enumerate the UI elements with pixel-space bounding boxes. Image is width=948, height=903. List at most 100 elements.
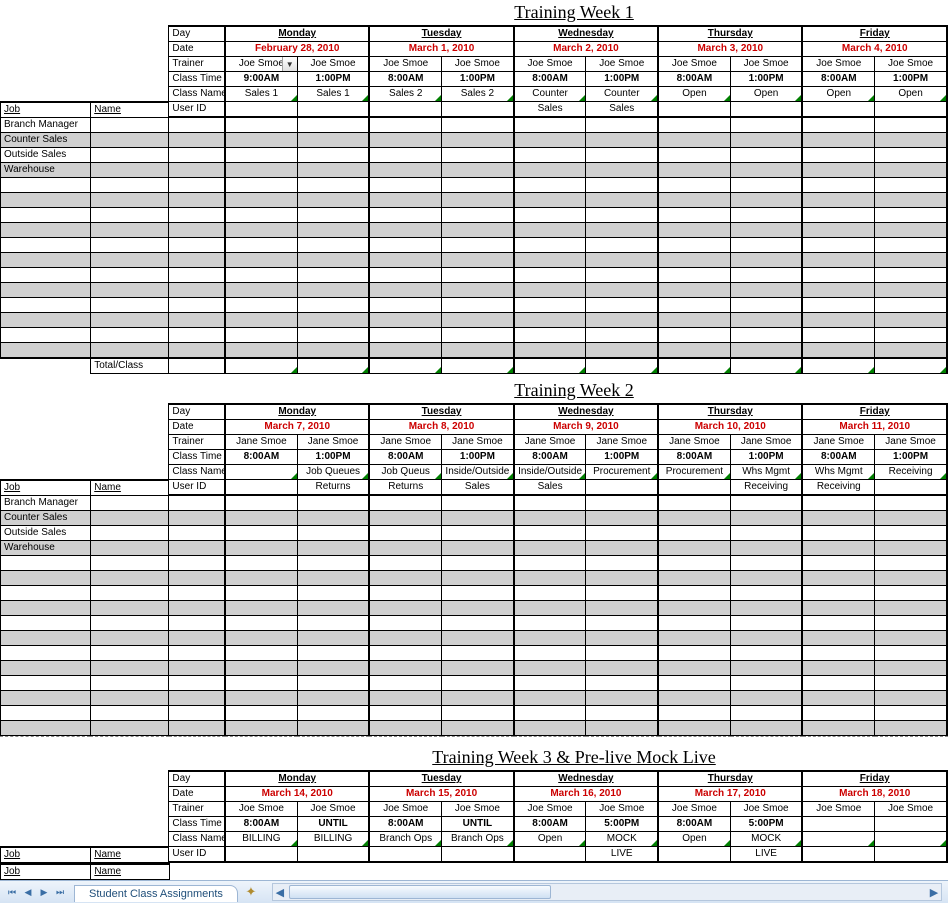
grid-cell[interactable] — [442, 556, 514, 571]
userid-cell[interactable] — [169, 238, 225, 253]
name-cell[interactable] — [91, 661, 169, 676]
trainer-cell[interactable]: Jane Smoe — [875, 435, 947, 450]
trainer-cell[interactable]: Joe Smoe — [586, 802, 658, 817]
classname-cell[interactable]: Branch Ops — [369, 832, 441, 847]
total-cell[interactable] — [802, 358, 874, 374]
classname-cell-2[interactable] — [442, 102, 514, 118]
classname-cell-2[interactable] — [297, 102, 369, 118]
classtime-cell[interactable]: 1:00PM — [442, 72, 514, 87]
classtime-cell[interactable]: 5:00PM — [586, 817, 658, 832]
grid-cell[interactable] — [369, 193, 441, 208]
name-cell[interactable] — [91, 283, 169, 298]
classtime-cell[interactable]: 1:00PM — [297, 72, 369, 87]
trainer-cell[interactable]: Joe Smoe — [225, 802, 297, 817]
userid-cell[interactable] — [169, 646, 225, 661]
trainer-cell[interactable]: Jane Smoe — [658, 435, 730, 450]
total-cell[interactable] — [225, 358, 297, 374]
grid-cell[interactable] — [586, 148, 658, 163]
grid-cell[interactable] — [297, 721, 369, 736]
grid-cell[interactable] — [369, 556, 441, 571]
grid-cell[interactable] — [658, 601, 730, 616]
grid-cell[interactable] — [730, 193, 802, 208]
userid-cell[interactable] — [169, 268, 225, 283]
userid-cell[interactable] — [169, 343, 225, 359]
grid-cell[interactable] — [658, 283, 730, 298]
classname-cell-2[interactable] — [875, 102, 947, 118]
grid-cell[interactable] — [297, 148, 369, 163]
grid-cell[interactable] — [658, 193, 730, 208]
userid-cell[interactable] — [169, 313, 225, 328]
grid-cell[interactable] — [586, 526, 658, 541]
grid-cell[interactable] — [875, 238, 947, 253]
grid-cell[interactable] — [369, 223, 441, 238]
grid-cell[interactable] — [369, 586, 441, 601]
classname-cell-2[interactable]: Receiving — [802, 480, 874, 496]
classname-cell-2[interactable]: Sales — [514, 102, 586, 118]
grid-cell[interactable] — [586, 283, 658, 298]
name-cell[interactable] — [91, 646, 169, 661]
name-cell[interactable] — [91, 721, 169, 736]
name-cell[interactable] — [91, 706, 169, 721]
name-cell[interactable] — [91, 178, 169, 193]
grid-cell[interactable] — [369, 721, 441, 736]
job-cell[interactable] — [1, 616, 91, 631]
classname-cell[interactable]: Open — [658, 832, 730, 847]
grid-cell[interactable] — [514, 586, 586, 601]
grid-cell[interactable] — [225, 193, 297, 208]
classname-cell[interactable]: Sales 1 — [225, 87, 297, 102]
grid-cell[interactable] — [658, 343, 730, 359]
name-cell[interactable] — [91, 133, 169, 148]
job-cell[interactable]: Warehouse — [1, 541, 91, 556]
classname-cell-2[interactable]: Receiving — [730, 480, 802, 496]
job-cell[interactable]: Outside Sales — [1, 526, 91, 541]
classname-cell-2[interactable] — [225, 480, 297, 496]
grid-cell[interactable] — [514, 283, 586, 298]
classname-cell-2[interactable] — [658, 102, 730, 118]
grid-cell[interactable] — [442, 541, 514, 556]
grid-cell[interactable] — [875, 283, 947, 298]
grid-cell[interactable] — [658, 631, 730, 646]
grid-cell[interactable] — [442, 601, 514, 616]
classname-cell[interactable]: Open — [875, 87, 947, 102]
grid-cell[interactable] — [586, 646, 658, 661]
grid-cell[interactable] — [442, 526, 514, 541]
grid-cell[interactable] — [225, 238, 297, 253]
trainer-cell[interactable]: Joe Smoe — [658, 802, 730, 817]
grid-cell[interactable] — [225, 148, 297, 163]
grid-cell[interactable] — [658, 661, 730, 676]
userid-cell[interactable] — [169, 616, 225, 631]
grid-cell[interactable] — [442, 616, 514, 631]
userid-cell[interactable] — [169, 631, 225, 646]
grid-cell[interactable] — [658, 556, 730, 571]
grid-cell[interactable] — [225, 495, 297, 511]
grid-cell[interactable] — [514, 706, 586, 721]
grid-cell[interactable] — [658, 526, 730, 541]
job-cell[interactable] — [1, 661, 91, 676]
classtime-cell[interactable]: 8:00AM — [225, 450, 297, 465]
grid-cell[interactable] — [875, 163, 947, 178]
grid-cell[interactable] — [658, 298, 730, 313]
classname-cell[interactable]: Procurement — [658, 465, 730, 480]
grid-cell[interactable] — [514, 208, 586, 223]
grid-cell[interactable] — [875, 601, 947, 616]
job-cell[interactable]: Branch Manager — [1, 117, 91, 133]
grid-cell[interactable] — [586, 313, 658, 328]
grid-cell[interactable] — [658, 721, 730, 736]
trainer-cell[interactable]: Joe Smoe — [658, 57, 730, 72]
grid-cell[interactable] — [514, 313, 586, 328]
total-cell[interactable] — [875, 358, 947, 374]
userid-cell[interactable] — [169, 253, 225, 268]
classtime-cell[interactable]: 1:00PM — [875, 450, 947, 465]
grid-cell[interactable] — [875, 661, 947, 676]
grid-cell[interactable] — [875, 646, 947, 661]
classname-cell[interactable] — [875, 832, 947, 847]
trainer-cell[interactable]: Jane Smoe — [442, 435, 514, 450]
grid-cell[interactable] — [875, 691, 947, 706]
grid-cell[interactable] — [658, 616, 730, 631]
grid-cell[interactable] — [297, 541, 369, 556]
trainer-cell[interactable]: Jane Smoe — [514, 435, 586, 450]
grid-cell[interactable] — [586, 691, 658, 706]
grid-cell[interactable] — [442, 298, 514, 313]
grid-cell[interactable] — [875, 676, 947, 691]
grid-cell[interactable] — [730, 631, 802, 646]
